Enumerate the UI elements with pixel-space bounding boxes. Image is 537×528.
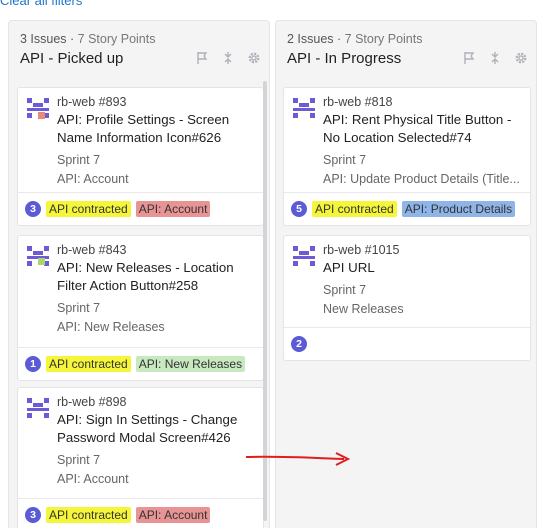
- issue-title[interactable]: API: Rent Physical Title Button - No Loc…: [323, 111, 522, 147]
- label-chip[interactable]: API contracted: [312, 201, 397, 217]
- column-stats: 2 Issues · 7 Story Points: [287, 32, 423, 46]
- issues-count: 2 Issues: [287, 32, 334, 46]
- card-footer: 2: [284, 327, 530, 360]
- issues-count: 3 Issues: [20, 32, 67, 46]
- collapse-icon[interactable]: [488, 51, 502, 65]
- issue-title[interactable]: API: New Releases - Location Filter Acti…: [57, 259, 255, 295]
- story-points: 7 Story Points: [77, 32, 156, 46]
- issue-reference[interactable]: rb-web #1015: [323, 243, 522, 258]
- label-chip[interactable]: API contracted: [46, 201, 131, 217]
- issue-card[interactable]: rb-web #843 API: New Releases - Location…: [17, 235, 264, 381]
- issue-sprint: Sprint 7: [323, 281, 522, 300]
- issue-card[interactable]: rb-web #893 API: Profile Settings - Scre…: [17, 87, 264, 226]
- issue-title[interactable]: API URL: [323, 259, 522, 277]
- board-column-picked-up: 3 Issues · 7 Story Points API - Picked u…: [8, 20, 270, 528]
- column-header: 2 Issues · 7 Story Points API - In Progr…: [276, 21, 536, 77]
- label-chip[interactable]: API contracted: [46, 507, 131, 523]
- flag-icon[interactable]: [195, 51, 209, 65]
- issue-reference[interactable]: rb-web #818: [323, 95, 522, 110]
- clear-all-filters-link[interactable]: Clear all filters: [0, 0, 82, 8]
- column-header: 3 Issues · 7 Story Points API - Picked u…: [9, 21, 269, 77]
- card-footer: 5 API contracted API: Product Details: [284, 192, 530, 225]
- label-chip[interactable]: API: New Releases: [135, 356, 246, 372]
- gear-icon[interactable]: [247, 51, 261, 65]
- issue-board: Clear all filters 3 Issues · 7 Story Poi…: [0, 0, 537, 528]
- label-chip[interactable]: API: Account: [135, 507, 211, 523]
- column-stats: 3 Issues · 7 Story Points: [20, 32, 156, 46]
- weight-badge: 3: [25, 201, 41, 217]
- column-actions: [195, 51, 261, 65]
- issue-sprint: Sprint 7: [57, 151, 255, 170]
- column-title: API - In Progress: [287, 50, 402, 67]
- weight-badge: 1: [25, 356, 41, 372]
- collapse-icon[interactable]: [221, 51, 235, 65]
- issue-title[interactable]: API: Sign In Settings - Change Password …: [57, 411, 255, 447]
- issue-card[interactable]: rb-web #898 API: Sign In Settings - Chan…: [17, 387, 264, 528]
- issue-epic: API: Account: [57, 470, 255, 489]
- issue-sprint: Sprint 7: [57, 451, 255, 470]
- story-points: 7 Story Points: [344, 32, 423, 46]
- label-chip[interactable]: API: Product Details: [401, 201, 516, 217]
- issue-epic: API: New Releases: [57, 318, 255, 337]
- issue-epic: API: Account: [57, 170, 255, 189]
- column-actions: [462, 51, 528, 65]
- issue-sprint: Sprint 7: [323, 151, 522, 170]
- issue-reference[interactable]: rb-web #898: [57, 395, 255, 410]
- issue-epic: New Releases: [323, 300, 522, 319]
- drag-arrow-annotation: [245, 452, 351, 466]
- issue-reference[interactable]: rb-web #843: [57, 243, 255, 258]
- weight-badge: 2: [291, 336, 307, 352]
- column-title: API - Picked up: [20, 50, 124, 67]
- card-footer: 3 API contracted API: Account: [18, 192, 263, 225]
- gear-icon[interactable]: [514, 51, 528, 65]
- card-footer: 3 API contracted API: Account: [18, 498, 263, 528]
- weight-badge: 5: [291, 201, 307, 217]
- label-chip[interactable]: API: Account: [135, 201, 211, 217]
- issue-title[interactable]: API: Profile Settings - Screen Name Info…: [57, 111, 255, 147]
- flag-icon[interactable]: [462, 51, 476, 65]
- issue-sprint: Sprint 7: [57, 299, 255, 318]
- label-chip[interactable]: API contracted: [46, 356, 131, 372]
- weight-badge: 3: [25, 507, 41, 523]
- issue-card[interactable]: rb-web #1015 API URL Sprint 7 New Releas…: [283, 235, 531, 361]
- issue-card[interactable]: rb-web #818 API: Rent Physical Title But…: [283, 87, 531, 226]
- issue-reference[interactable]: rb-web #893: [57, 95, 255, 110]
- card-footer: 1 API contracted API: New Releases: [18, 347, 263, 380]
- issue-epic: API: Update Product Details (Title...: [323, 170, 522, 189]
